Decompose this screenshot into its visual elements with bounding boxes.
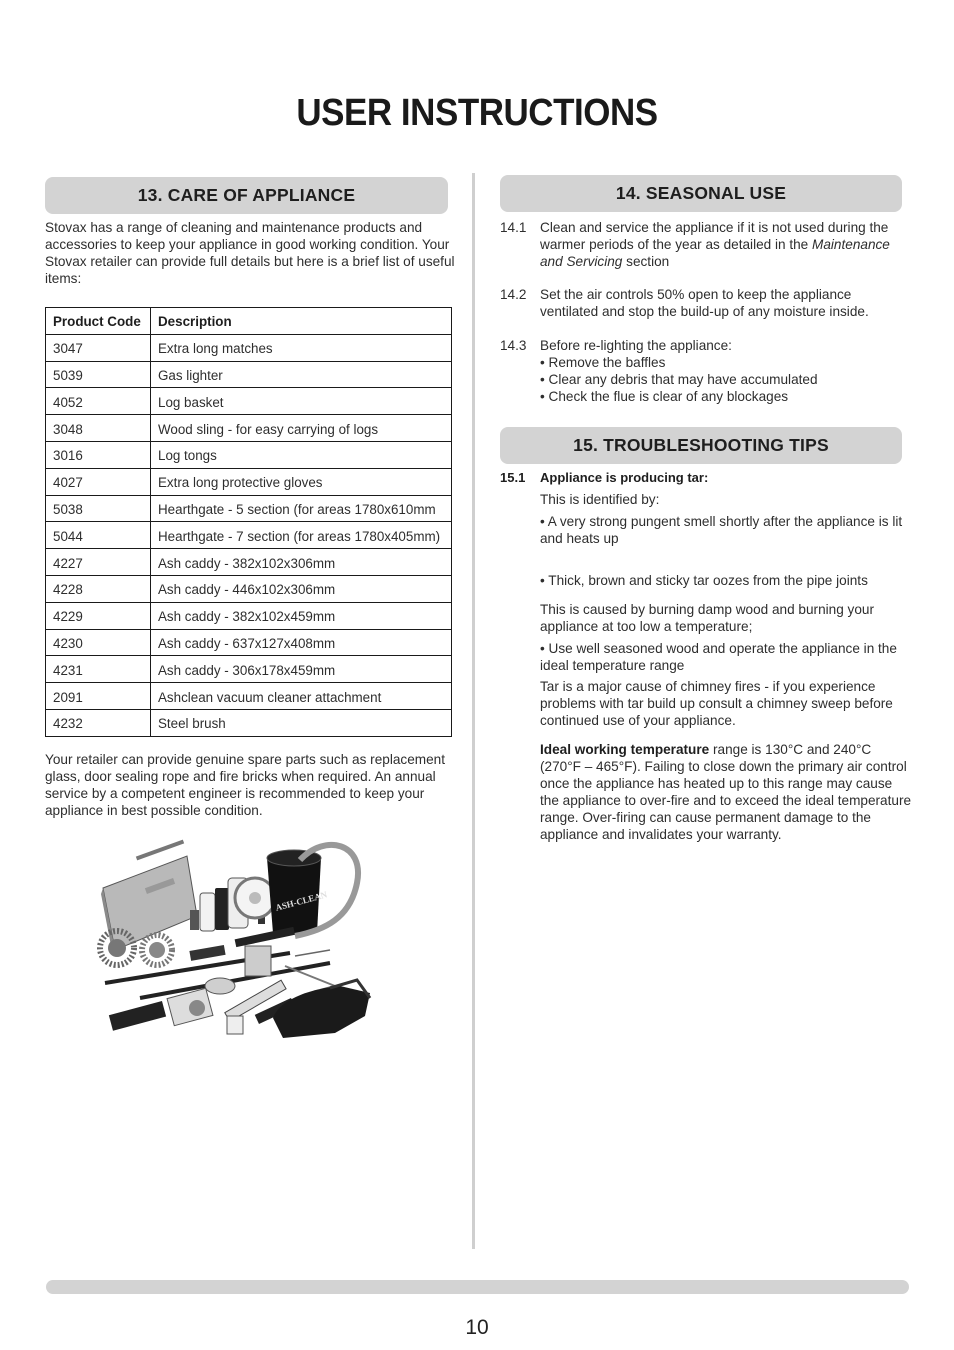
product-description-cell: Ash caddy - 446x102x306mm [150,574,452,603]
table-row: 4231 Ash caddy - 306x178x459mm [45,655,452,684]
section-heading-troubleshooting-label: 15. TROUBLESHOOTING TIPS [573,435,829,455]
seasonal-item-14-1: 14.1 Clean and service the appliance if … [500,219,910,270]
table-row: 4228 Ash caddy - 446x102x306mm [45,574,452,603]
product-description-cell: Steel brush [150,708,452,737]
bullet-item: • Clear any debris that may have accumul… [540,372,818,387]
symptom-smell: • A very strong pungent smell shortly af… [540,514,903,546]
column-header-product-code: Product Code [45,307,151,335]
footer-bar [46,1280,909,1294]
product-code-cell: 4231 [45,655,151,684]
table-row: 4232 Steel brush [45,708,452,737]
product-description-cell: Hearthgate - 5 section (for areas 1780x6… [150,494,452,523]
product-code-cell: 4232 [45,708,151,737]
product-description-cell: Extra long protective gloves [150,467,452,496]
page-number: 10 [465,1316,489,1339]
product-code-cell: 4230 [45,628,151,657]
ideal-temperature-text: Ideal working temperature range is 130°C… [540,741,912,843]
item-title: Appliance is producing tar: [540,470,709,485]
bullet-item: • Remove the baffles [540,355,666,370]
table-row: 3047 Extra long matches [45,333,452,362]
section-heading-care-label: 13. CARE OF APPLIANCE [137,185,356,205]
product-description-cell: Extra long matches [150,333,452,362]
cause-text: This is caused by burning damp wood and … [540,602,875,634]
table-row: 5038 Hearthgate - 5 section (for areas 17… [45,494,452,523]
product-code-cell: 4027 [45,467,151,496]
troubleshooting-item-title: 15.1 Appliance is producing tar: [500,470,708,485]
section-heading-care: 13. CARE OF APPLIANCE [45,177,448,214]
ideal-temperature-detail: range is 130°C and 240°C (270°F – 465°F)… [540,742,912,842]
product-description-cell: Ash caddy - 306x178x459mm [150,655,452,684]
product-table: Product Code Description 3047 Extra long … [45,307,452,737]
table-row: 5044 Hearthgate - 7 section (for areas 17… [45,521,452,550]
table-row: 3016 Log tongs [45,440,452,469]
item-number: 14.2 [500,287,527,302]
accessory-packs [108,987,244,1035]
table-row: 4229 Ash caddy - 382x102x459mm [45,601,452,630]
table-row: 4027 Extra long protective gloves [45,467,452,496]
section-heading-seasonal-label: 14. SEASONAL USE [615,183,787,203]
column-header-description: Description [150,307,452,335]
column-divider [472,173,475,1249]
product-description-cell: Ash caddy - 382x102x306mm [150,548,452,576]
product-description-cell: Hearthgate - 7 section (for areas 1780x4… [150,521,452,550]
product-code-cell: 2091 [45,682,151,710]
product-code-cell: 3048 [45,414,151,442]
product-code-cell: 3047 [45,333,151,362]
product-table-body: 3047 Extra long matches 5039 Gas lighter 405… [45,333,452,737]
item-text: Clean and service the appliance if it is… [540,219,910,270]
table-row: 4227 Ash caddy - 382x102x306mm [45,548,452,576]
product-code-cell: 4228 [45,574,151,603]
table-row: 3048 Wood sling - for easy carrying of lo… [45,414,452,442]
seasonal-item-14-3: 14.3 Before re-lighting the appliance: •… [500,337,910,405]
product-code-cell: 4229 [45,601,151,630]
bullet-item: • Check the flue is clear of any blockag… [540,389,789,404]
product-code-cell: 4227 [45,548,151,576]
table-row: 5039 Gas lighter [45,360,452,389]
maintenance-products-photo: ASH-CLEAN [97,839,372,1038]
table-row: 4052 Log basket [45,387,452,416]
chimney-fire-warning: Tar is a major cause of chimney fires - … [540,679,893,728]
product-description-cell: Ash caddy - 637x127x408mm [150,628,452,657]
product-description-cell: Log tongs [150,440,452,469]
care-intro-text: Stovax has a range of cleaning and maint… [45,220,455,286]
item-number: 14.3 [500,338,527,353]
product-code-cell: 5044 [45,521,151,550]
section-heading-seasonal: 14. SEASONAL USE [500,175,902,212]
item-text: Before re-lighting the appliance: [540,338,732,353]
section-heading-troubleshooting: 15. TROUBLESHOOTING TIPS [500,427,902,464]
product-description-cell: Ashclean vacuum cleaner attachment [150,682,452,710]
product-code-cell: 3016 [45,440,151,469]
identified-by-text: This is identified by: [540,492,660,507]
product-description-cell: Log basket [150,387,452,416]
symptom-tar-ooze: • Thick, brown and sticky tar oozes from… [540,573,868,588]
product-description-cell: Wood sling - for easy carrying of logs [150,414,452,442]
retailer-text: Your retailer can provide genuine spare … [45,752,445,818]
product-code-cell: 5038 [45,494,151,523]
product-code-cell: 4052 [45,387,151,416]
table-row: 4230 Ash caddy - 637x127x408mm [45,628,452,657]
item-text: Set the air controls 50% open to keep th… [540,287,869,319]
product-code-cell: 5039 [45,360,151,389]
product-description-cell: Ash caddy - 382x102x459mm [150,601,452,630]
page-title: USER INSTRUCTIONS [296,92,658,134]
table-row: 2091 Ashclean vacuum cleaner attachment [45,682,452,710]
rope-reel [233,876,277,920]
item-number: 14.1 [500,220,527,235]
item-body: Before re-lighting the appliance: • Remo… [540,337,910,405]
ideal-temperature-label: Ideal working temperature [540,742,710,757]
product-description-cell: Gas lighter [150,360,452,389]
seasonal-item-14-2: 14.2 Set the air controls 50% open to ke… [500,286,910,320]
remedy-text: • Use well seasoned wood and operate the… [540,641,897,673]
item-number: 15.1 [500,470,526,485]
item-text-tail: section [622,254,670,269]
table-header-row: Product Code Description [45,307,452,335]
